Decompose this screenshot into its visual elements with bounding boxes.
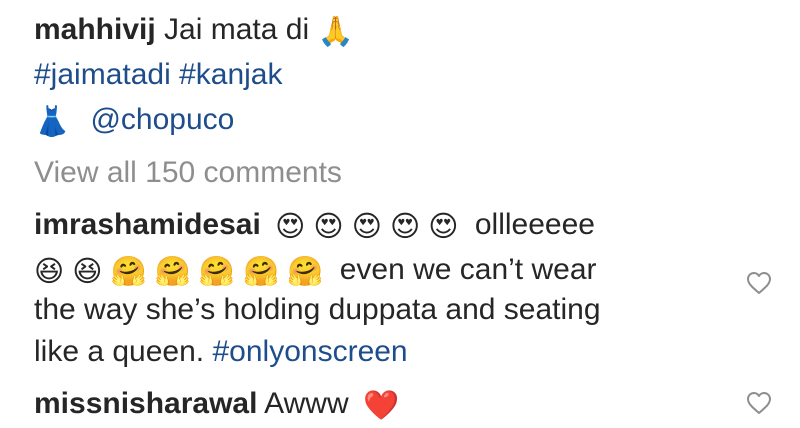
caption-line-1: mahhivij Jai mata di 🙏 xyxy=(34,10,354,50)
comment-2-line-1: missnisharawal Awww ❤️ xyxy=(34,384,399,424)
caption-credit-line: 👗 @chopuco xyxy=(34,100,234,140)
caption-mention[interactable]: @chopuco xyxy=(90,103,234,136)
heart-outline-icon xyxy=(747,272,771,294)
comment-1-line-2: 😆 😆 🤗 🤗 🤗 🤗 🤗 even we can’t wear xyxy=(34,250,597,290)
comment-1-like-button[interactable] xyxy=(746,271,772,297)
red-heart-emoji-icon: ❤️ xyxy=(362,390,400,422)
comment-2-like-button[interactable] xyxy=(746,391,772,417)
comment-1-text-3: the way she’s holding duppata and seatin… xyxy=(34,293,601,326)
comment-1-hashtag[interactable]: #onlyonscreen xyxy=(212,335,407,368)
comment-2-text: Awww xyxy=(264,387,349,420)
comment-1-text-4: like a queen. xyxy=(34,335,205,368)
laughing-hugging-emoji-icon: 😆 😆 🤗 🤗 🤗 🤗 🤗 xyxy=(34,256,324,288)
comment-2-username[interactable]: missnisharawal xyxy=(34,387,257,420)
caption-username[interactable]: mahhivij xyxy=(34,13,156,46)
comment-1-text-2: even we can’t wear xyxy=(339,253,597,286)
comment-1-line-1: imrashamidesai 😍 😍 😍 😍 😍 ollleeeee xyxy=(34,205,595,245)
heart-eyes-emoji-icon: 😍 😍 😍 😍 😍 xyxy=(275,211,459,243)
dress-emoji-icon: 👗 xyxy=(34,106,71,138)
comment-1-line-4: like a queen. #onlyonscreen xyxy=(34,332,408,372)
view-all-comments-link[interactable]: View all 150 comments xyxy=(34,153,342,193)
comment-1-text-1: ollleeeee xyxy=(474,208,595,241)
comment-1-username[interactable]: imrashamidesai xyxy=(34,208,261,241)
caption-text: Jai mata di xyxy=(164,13,310,46)
folded-hands-emoji-icon: 🙏 xyxy=(317,16,354,48)
heart-outline-icon xyxy=(747,392,771,414)
caption-hashtags[interactable]: #jaimatadi #kanjak xyxy=(34,55,282,95)
